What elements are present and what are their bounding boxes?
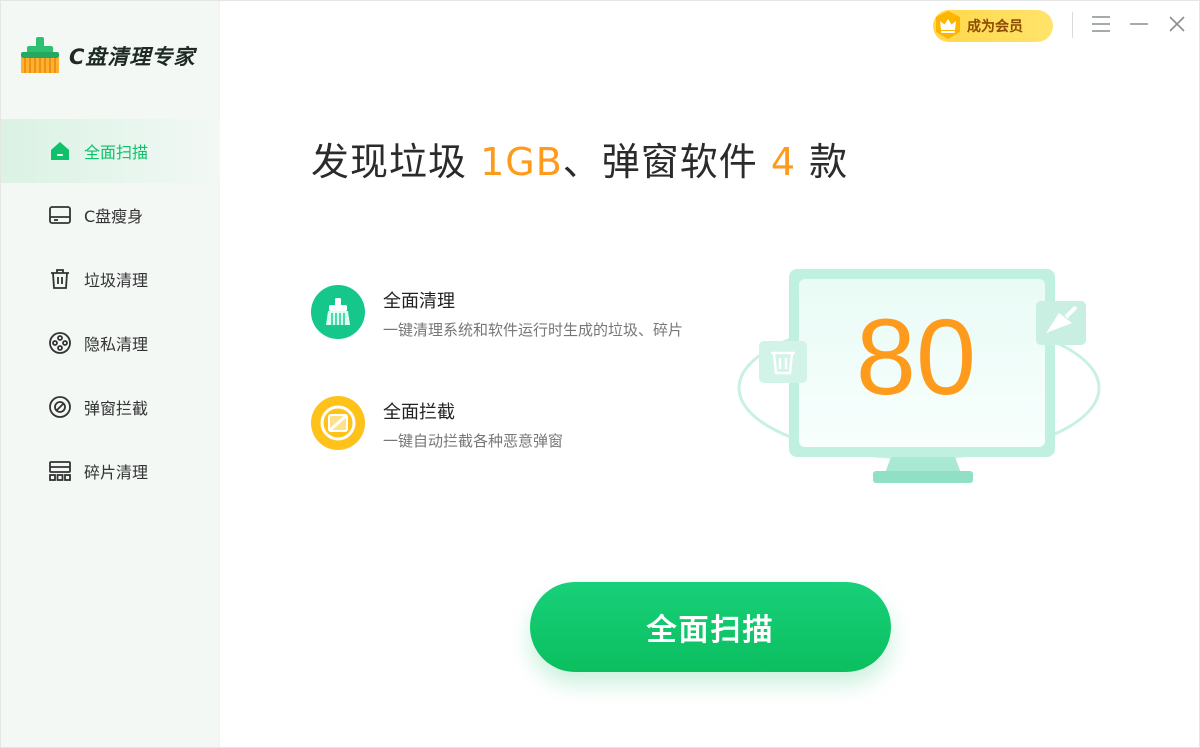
feature-description: 一键自动拦截各种恶意弹窗 (383, 432, 564, 450)
block-icon (48, 395, 72, 419)
close-button[interactable] (1164, 11, 1190, 37)
sidebar-item-label: 碎片清理 (84, 463, 149, 482)
menu-icon (1092, 16, 1110, 32)
sidebar-item-popup-block[interactable]: 弹窗拦截 (1, 375, 220, 439)
feature-text: 全面拦截 一键自动拦截各种恶意弹窗 (383, 398, 563, 451)
vip-label: 成为会员 (967, 19, 1023, 35)
toolbar-divider (1072, 12, 1073, 38)
health-score-value: 80 (855, 296, 977, 417)
app-title: C盘清理专家 (69, 45, 196, 69)
disk-icon (48, 203, 72, 227)
fragment-icon (48, 459, 72, 483)
shield-block-icon (311, 396, 365, 450)
sidebar-item-label: 全面扫描 (84, 143, 149, 162)
broom-logo-icon (21, 37, 59, 73)
trash-icon (48, 267, 72, 291)
sidebar-item-privacy-clean[interactable]: 隐私清理 (1, 311, 220, 375)
headline-text: 款 (796, 140, 849, 184)
sidebar-item-label: 弹窗拦截 (84, 399, 149, 418)
popup-count-value: 4 (770, 140, 797, 184)
sidebar-item-label: 隐私清理 (84, 335, 149, 354)
feature-description: 一键清理系统和软件运行时生成的垃圾、碎片 (383, 321, 684, 339)
menu-button[interactable] (1088, 11, 1114, 37)
feature-full-block: 全面拦截 一键自动拦截各种恶意弹窗 (311, 396, 563, 451)
minimize-icon (1130, 23, 1148, 25)
sidebar: C盘清理专家 全面扫描 C盘瘦身 垃圾清理 隐私清理 弹窗拦截 碎片清理 (1, 1, 220, 747)
home-icon (48, 139, 72, 163)
headline-text: 发现垃圾 (311, 140, 481, 184)
crown-icon (936, 11, 960, 39)
become-vip-button[interactable]: 成为会员 (933, 10, 1053, 42)
feature-title: 全面清理 (383, 291, 455, 312)
sidebar-item-fragment-clean[interactable]: 碎片清理 (1, 439, 220, 503)
sidebar-item-c-slim[interactable]: C盘瘦身 (1, 183, 220, 247)
close-icon (1169, 16, 1185, 32)
full-scan-button[interactable]: 全面扫描 (530, 582, 891, 672)
feature-title: 全面拦截 (383, 402, 455, 423)
sidebar-item-label: C盘瘦身 (84, 207, 144, 226)
sidebar-item-label: 垃圾清理 (84, 271, 149, 290)
scan-result-headline: 发现垃圾 1GB、弹窗软件 4 款 (311, 131, 848, 186)
headline-text: 、弹窗软件 (562, 140, 771, 184)
feature-text: 全面清理 一键清理系统和软件运行时生成的垃圾、碎片 (383, 287, 683, 340)
sidebar-item-junk-clean[interactable]: 垃圾清理 (1, 247, 220, 311)
app-logo: C盘清理专家 (19, 35, 195, 77)
minimize-button[interactable] (1126, 11, 1152, 37)
privacy-icon (48, 331, 72, 355)
sidebar-nav: 全面扫描 C盘瘦身 垃圾清理 隐私清理 弹窗拦截 碎片清理 (1, 119, 220, 503)
app-window: C盘清理专家 全面扫描 C盘瘦身 垃圾清理 隐私清理 弹窗拦截 碎片清理 成为会… (0, 0, 1200, 748)
feature-full-clean: 全面清理 一键清理系统和软件运行时生成的垃圾、碎片 (311, 285, 683, 340)
junk-size-value: 1GB (480, 140, 563, 184)
broom-icon (311, 285, 365, 339)
sidebar-item-full-scan[interactable]: 全面扫描 (1, 119, 220, 183)
